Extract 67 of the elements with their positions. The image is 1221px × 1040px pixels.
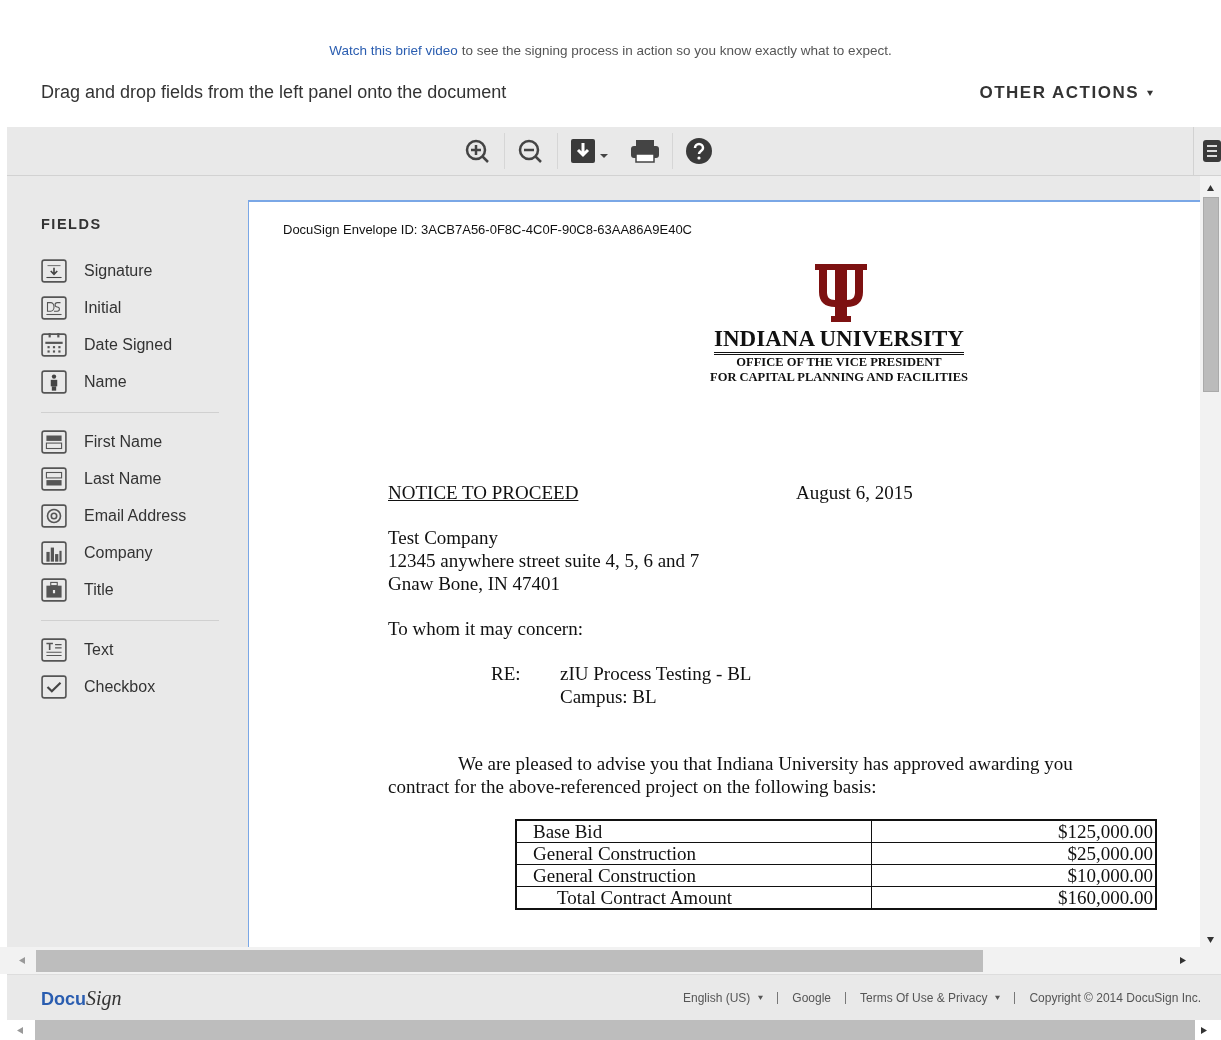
copyright-text: Copyright © 2014 DocuSign Inc. xyxy=(1029,989,1201,1007)
vertical-scrollbar[interactable] xyxy=(1200,176,1221,947)
language-menu[interactable]: English (US) xyxy=(682,988,764,1007)
person-field-icon xyxy=(41,370,67,395)
scroll-right-arrow-icon xyxy=(1201,1026,1208,1034)
re-line: zIU Process Testing - BL xyxy=(560,661,752,685)
docusign-logo: DocuSign xyxy=(41,985,122,1012)
field-item[interactable]: Name xyxy=(41,363,221,401)
terms-menu[interactable]: Terms Of Use & Privacy xyxy=(860,988,1001,1007)
re-line: Campus: BL xyxy=(560,684,658,708)
field-item[interactable]: Initial xyxy=(41,289,221,327)
help-icon[interactable] xyxy=(685,137,713,165)
field-item[interactable]: Company xyxy=(41,534,221,572)
body-line: contract for the above-referenced project on the following basis: xyxy=(388,774,878,798)
scrollbar-thumb[interactable] xyxy=(1202,197,1219,392)
signature-field-icon xyxy=(41,259,67,284)
re-label: RE: xyxy=(491,661,522,686)
field-item[interactable]: Date Signed xyxy=(41,326,221,364)
field-item[interactable]: Text xyxy=(41,631,221,669)
table-cell: General Construction xyxy=(516,864,871,886)
department-name: FOR CAPITAL PLANNING AND FACILITIES xyxy=(710,369,968,385)
date-field-icon xyxy=(41,333,67,358)
field-item[interactable]: Signature xyxy=(41,252,221,290)
body-line: We are pleased to advise you that Indiana University has approved awarding you xyxy=(458,751,1074,775)
field-item[interactable]: First Name xyxy=(41,423,221,461)
scroll-left-arrow-icon xyxy=(16,1026,23,1034)
other-actions-menu[interactable]: OTHER ACTIONS xyxy=(979,80,1153,106)
field-item[interactable]: Email Address xyxy=(41,497,221,535)
notice-heading: NOTICE TO PROCEED xyxy=(388,480,580,504)
scroll-down-arrow-icon xyxy=(1207,936,1214,943)
caret-icon xyxy=(758,995,764,1000)
scrollbar-thumb[interactable] xyxy=(36,949,983,972)
address-line: Gnaw Bone, IN 47401 xyxy=(388,571,562,595)
salutation: To whom it may concern: xyxy=(388,616,584,640)
intro-text: Watch this brief video to see the signing process in action so you know exactly what to expect. xyxy=(329,43,892,58)
first-field-icon xyxy=(41,430,67,455)
company-field-icon xyxy=(41,541,67,566)
fields-heading: FIELDS xyxy=(41,215,103,234)
horizontal-scrollbar[interactable] xyxy=(0,947,1221,974)
scroll-left-arrow-icon xyxy=(18,957,25,964)
download-icon[interactable] xyxy=(570,138,610,164)
field-item[interactable]: Checkbox xyxy=(41,668,221,706)
caret-icon xyxy=(1147,89,1153,96)
footer-link[interactable]: Google xyxy=(792,988,832,1007)
address-line: Test Company xyxy=(388,525,500,549)
document-list-icon[interactable] xyxy=(1203,140,1221,162)
text-field-icon xyxy=(41,638,67,663)
last-field-icon xyxy=(41,467,67,492)
envelope-id: DocuSign Envelope ID: 3ACB7A56-0F8C-4C0F-90C8-63AA86A9E40C xyxy=(283,221,693,239)
address-line: 12345 anywhere street suite 4, 5, 6 and 7 xyxy=(388,548,701,572)
printer-icon[interactable] xyxy=(630,139,660,163)
scroll-right-arrow-icon xyxy=(1180,957,1187,964)
initial-field-icon xyxy=(41,296,67,321)
title-field-icon xyxy=(41,578,67,603)
video-link[interactable]: Watch this brief video xyxy=(329,43,458,58)
scroll-up-arrow-icon xyxy=(1207,184,1214,191)
instruction-text: Drag and drop fields from the left panel onto the document xyxy=(41,81,507,105)
checkbox-field-icon xyxy=(41,675,67,700)
field-item[interactable]: Last Name xyxy=(41,460,221,498)
table-cell: Base Bid xyxy=(516,819,871,842)
caret-icon xyxy=(995,995,1001,1000)
email-field-icon xyxy=(41,504,67,529)
field-item[interactable]: Title xyxy=(41,571,221,609)
table-cell: General Construction xyxy=(516,842,871,864)
office-name: OFFICE OF THE VICE PRESIDENT xyxy=(736,354,942,370)
org-name: INDIANA UNIVERSITY xyxy=(714,325,964,355)
notice-date: August 6, 2015 xyxy=(796,480,913,504)
